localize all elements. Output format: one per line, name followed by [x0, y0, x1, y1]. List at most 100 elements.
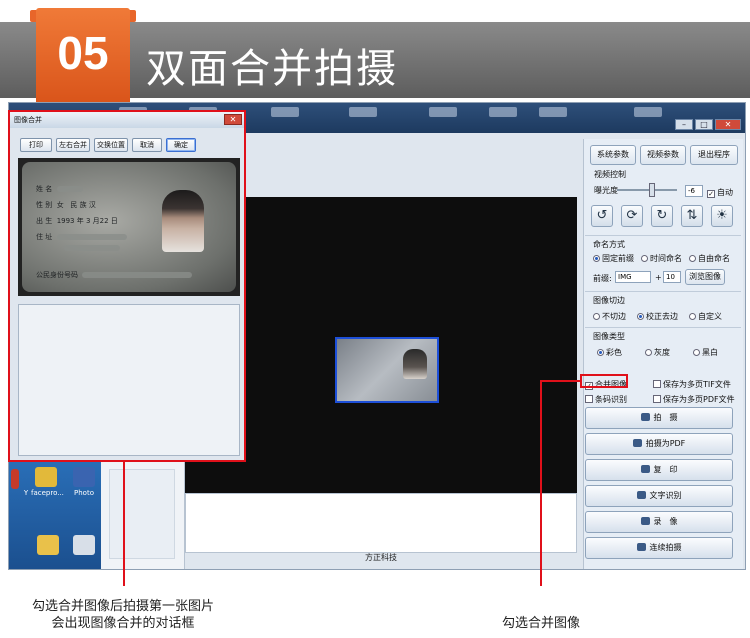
option-label: 自由命名: [698, 254, 730, 263]
camera-icon: [636, 543, 646, 551]
merge-lr-button[interactable]: 左右合并: [56, 138, 90, 152]
desktop-icon[interactable]: Photo: [69, 467, 99, 497]
callout-line-right-vertical: [540, 380, 542, 586]
step-title: 双面合并拍摄: [146, 46, 398, 92]
crop-correct[interactable]: 校正去边: [637, 311, 678, 322]
copy-button[interactable]: 复 印: [585, 459, 733, 481]
radio-off-icon: [593, 313, 600, 320]
radio-off-icon: [689, 313, 696, 320]
minimize-icon[interactable]: –: [675, 119, 693, 130]
video-settings-button[interactable]: 视频参数: [640, 145, 686, 165]
confirm-button[interactable]: 确定: [166, 138, 196, 152]
id-portrait: [162, 190, 204, 252]
name-row: 姓 名: [36, 184, 83, 194]
exposure-slider-track[interactable]: [617, 189, 677, 191]
browse-images-button[interactable]: 浏览图像: [685, 269, 725, 285]
continuous-capture-button[interactable]: 连续拍摄: [585, 537, 733, 559]
prefix-number[interactable]: 10: [663, 271, 681, 283]
field-value: 1993 年 3 月22 日: [56, 217, 118, 225]
crop-custom[interactable]: 自定义: [689, 311, 722, 322]
crop-label: 图像切边: [593, 296, 625, 305]
checkbox-icon: [653, 395, 661, 403]
swap-position-button[interactable]: 交换位置: [94, 138, 128, 152]
option-label: 固定前缀: [602, 254, 634, 263]
rotate-left-icon[interactable]: ↺: [591, 205, 613, 227]
cancel-button[interactable]: 取消: [132, 138, 162, 152]
crop-group: [585, 291, 741, 292]
redacted-text: [82, 272, 193, 278]
option-label: 不切边: [602, 312, 626, 321]
book-icon: [632, 439, 642, 447]
button-label: 拍摄为PDF: [645, 439, 686, 448]
window-controls: – □ ✕: [675, 119, 741, 130]
print-button[interactable]: 打印: [20, 138, 52, 152]
address-row-2: [64, 244, 120, 252]
birth-row: 出 生 1993 年 3 月22 日: [36, 216, 118, 226]
maximize-icon[interactable]: □: [695, 119, 713, 130]
naming-fixed-prefix[interactable]: 固定前缀: [593, 253, 634, 264]
save-multipage-tif-checkbox[interactable]: 保存为多页TIF文件: [653, 379, 731, 390]
radio-on-icon: [637, 313, 644, 320]
exposure-label: 曝光度: [594, 186, 618, 195]
field-label: 民 族: [70, 201, 87, 209]
prefix-select[interactable]: IMG: [615, 271, 651, 283]
toolbar-ghost-icon: [271, 107, 299, 117]
image-merge-dialog: 图像合并 ✕ 打印 左右合并 交换位置 取消 确定 姓 名 性 别 女 民 族 …: [8, 110, 246, 462]
capture-button[interactable]: 拍 摄: [585, 407, 733, 429]
system-settings-button[interactable]: 系统参数: [590, 145, 636, 165]
radio-off-icon: [693, 349, 700, 356]
option-label: 黑白: [702, 348, 718, 357]
photo-icon: [73, 467, 95, 487]
refresh-icon[interactable]: ⟳: [621, 205, 643, 227]
option-label: 保存为多页PDF文件: [663, 395, 735, 404]
detected-card-frame: [335, 337, 439, 403]
ocr-button[interactable]: 文字识别: [585, 485, 733, 507]
type-bw[interactable]: 黑白: [693, 347, 718, 358]
barcode-checkbox[interactable]: 条码识别: [585, 394, 627, 405]
close-icon[interactable]: ✕: [715, 119, 741, 130]
option-label: 彩色: [606, 348, 622, 357]
toolbar-ghost-icon: [489, 107, 517, 117]
exposure-value[interactable]: -6: [685, 185, 703, 197]
button-label: 文字识别: [649, 491, 682, 500]
crop-none[interactable]: 不切边: [593, 311, 626, 322]
save-multipage-pdf-checkbox[interactable]: 保存为多页PDF文件: [653, 394, 735, 405]
exposure-slider-handle[interactable]: [649, 183, 655, 197]
type-color[interactable]: 彩色: [597, 347, 622, 358]
option-label: 条码识别: [595, 395, 627, 404]
merged-image-preview: 姓 名 性 别 女 民 族 汉 出 生 1993 年 3 月22 日 住 址 公…: [18, 158, 240, 296]
prefix-label: 前缀:: [593, 274, 612, 283]
merge-highlight-box: [580, 374, 628, 388]
record-button[interactable]: 录 像: [585, 511, 733, 533]
text-scan-icon: [636, 491, 646, 499]
naming-free[interactable]: 自由命名: [689, 253, 730, 264]
desktop-icon[interactable]: [33, 535, 63, 557]
naming-time[interactable]: 时间命名: [641, 253, 682, 264]
id-photo-thumb: [403, 349, 427, 379]
id-card-front: 姓 名 性 别 女 民 族 汉 出 生 1993 年 3 月22 日 住 址 公…: [22, 162, 236, 292]
desktop-icon[interactable]: facepro...: [31, 467, 64, 497]
prefix-plus: +: [655, 273, 662, 282]
flip-icon[interactable]: ⇅: [681, 205, 703, 227]
checkbox-icon: [653, 380, 661, 388]
desktop-icon[interactable]: [69, 535, 99, 557]
auto-exposure-checkbox[interactable]: ✓ 自动: [707, 187, 733, 198]
star-icon: [35, 467, 57, 487]
thumbnail-placeholder[interactable]: [109, 469, 175, 559]
brightness-icon[interactable]: ☀: [711, 205, 733, 227]
capture-pdf-button[interactable]: 拍摄为PDF: [585, 433, 733, 455]
checkbox-checked-icon: ✓: [707, 190, 715, 198]
option-label: 保存为多页TIF文件: [663, 380, 731, 389]
option-label: 校正去边: [646, 312, 678, 321]
dialog-close-icon[interactable]: ✕: [224, 114, 242, 125]
rotate-right-icon[interactable]: ↻: [651, 205, 673, 227]
desktop-icon-label: Photo: [74, 489, 94, 497]
camera-icon: [640, 413, 650, 421]
type-gray[interactable]: 灰度: [645, 347, 670, 358]
field-label: 公民身份号码: [36, 271, 78, 279]
app-icon: [11, 469, 19, 489]
button-label: 拍 摄: [653, 413, 678, 422]
option-label: 灰度: [654, 348, 670, 357]
exit-button[interactable]: 退出程序: [690, 145, 738, 165]
radio-off-icon: [645, 349, 652, 356]
